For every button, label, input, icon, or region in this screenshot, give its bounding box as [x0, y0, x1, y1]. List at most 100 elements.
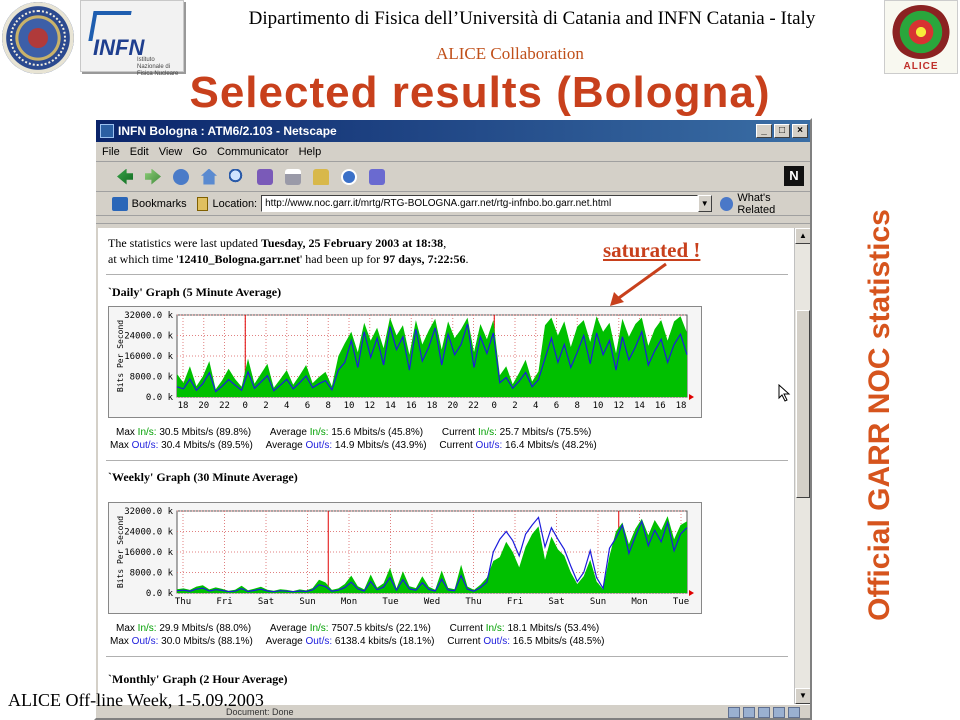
divider — [106, 274, 788, 275]
slide-title: Selected results (Bologna) — [189, 68, 771, 117]
x-tick-label: 18 — [178, 401, 189, 411]
url-input[interactable]: http://www.noc.garr.it/mrtg/RTG-BOLOGNA.… — [261, 195, 698, 212]
toolbar-grip — [96, 216, 810, 224]
x-tick-label: Sat — [258, 597, 274, 607]
y-tick-label: 0.0 k — [146, 393, 174, 403]
newsgroups-icon[interactable] — [773, 707, 785, 718]
alice-logo: ALICE — [884, 0, 958, 74]
x-tick-label: 14 — [634, 401, 645, 411]
close-button[interactable]: × — [792, 124, 808, 138]
update-line: The statistics were last updated Tuesday… — [108, 236, 447, 250]
scroll-down-button[interactable]: ▼ — [795, 688, 810, 704]
x-tick-label: Fri — [507, 597, 523, 607]
window-titlebar[interactable]: INFN Bologna : ATM6/2.103 - Netscape _ □… — [96, 120, 810, 142]
menu-communicator[interactable]: Communicator — [217, 146, 289, 158]
url-dropdown-button[interactable]: ▼ — [697, 195, 712, 212]
security-icon[interactable] — [310, 166, 332, 188]
y-axis-label: Bits Per Second — [116, 516, 125, 588]
y-tick-label: 16000.0 k — [124, 352, 173, 362]
x-tick-label: Wed — [424, 597, 440, 607]
y-axis-label: Bits Per Second — [116, 320, 125, 392]
menu-file[interactable]: File — [102, 146, 120, 158]
x-tick-label: 10 — [593, 401, 604, 411]
menu-view[interactable]: View — [159, 146, 183, 158]
stop-icon[interactable] — [366, 166, 388, 188]
scroll-thumb[interactable] — [796, 310, 810, 498]
bookmarks-icon[interactable] — [112, 196, 128, 211]
x-tick-label: Fri — [216, 597, 232, 607]
netscape-window-icon — [100, 124, 114, 138]
monthly-heading: `Monthly' Graph (2 Hour Average) — [108, 672, 288, 686]
x-tick-label: Tue — [673, 597, 689, 607]
x-tick-label: Mon — [341, 597, 357, 607]
menu-edit[interactable]: Edit — [130, 146, 149, 158]
maximize-button[interactable]: □ — [774, 124, 790, 138]
x-tick-label: 12 — [613, 401, 624, 411]
uptime-line: at which time '12410_Bologna.garr.net' h… — [108, 252, 469, 266]
menu-help[interactable]: Help — [299, 146, 322, 158]
navigation-toolbar: N — [96, 162, 810, 192]
x-tick-label: 20 — [447, 401, 458, 411]
vertical-title: Official GARR NOC statistics — [863, 209, 896, 621]
x-tick-label: 6 — [554, 401, 559, 411]
x-tick-label: 8 — [326, 401, 331, 411]
footer-text: ALICE Off-line Week, 1-5.09.2003 — [8, 690, 264, 710]
y-tick-label: 32000.0 k — [124, 311, 173, 321]
whats-related-button[interactable]: What's Related — [737, 192, 810, 216]
annotation-arrow — [610, 262, 667, 306]
back-icon[interactable] — [114, 166, 136, 188]
x-tick-label: 18 — [427, 401, 438, 411]
forward-icon[interactable] — [142, 166, 164, 188]
menu-go[interactable]: Go — [192, 146, 207, 158]
y-tick-label: 16000.0 k — [124, 548, 173, 558]
y-tick-label: 24000.0 k — [124, 528, 173, 538]
vertical-scrollbar[interactable]: ▲ ▼ — [794, 228, 810, 704]
x-tick-label: 2 — [512, 401, 517, 411]
x-tick-label: 0 — [492, 401, 497, 411]
infn-logo: INFN Istituto Nazionale di Fisica Nuclea… — [80, 0, 184, 77]
home-icon[interactable] — [198, 166, 220, 188]
menu-bar: File Edit View Go Communicator Help — [96, 142, 810, 162]
mail-icon[interactable] — [743, 707, 755, 718]
x-tick-label: 2 — [263, 401, 268, 411]
location-label: Location: — [212, 197, 258, 210]
print-icon[interactable] — [282, 166, 304, 188]
bookmarks-button[interactable]: Bookmarks — [132, 198, 187, 210]
university-catania-logo — [2, 2, 74, 74]
x-tick-label: Mon — [631, 597, 647, 607]
daily-stats-in: Max In/s: 30.5 Mbits/s (89.8%) Average I… — [116, 427, 592, 438]
x-tick-label: 16 — [655, 401, 666, 411]
search-icon[interactable] — [226, 166, 248, 188]
composer-icon[interactable] — [758, 707, 770, 718]
weekly-stats-in: Max In/s: 29.9 Mbits/s (88.0%) Average I… — [116, 623, 600, 634]
daily-graph: 32000.0 k 24000.0 k 16000.0 k 8000.0 k 0.0 k… — [108, 306, 702, 418]
mouse-cursor-icon — [778, 384, 791, 402]
scroll-up-button[interactable]: ▲ — [795, 228, 810, 244]
y-tick-label: 8000.0 k — [130, 569, 174, 579]
x-tick-label: 20 — [198, 401, 209, 411]
whats-related-icon[interactable] — [719, 196, 734, 211]
x-tick-label: 16 — [406, 401, 417, 411]
divider — [106, 460, 788, 461]
weekly-graph: 32000.0 k 24000.0 k 16000.0 k 8000.0 k 0.0 k… — [108, 502, 702, 614]
y-tick-label: 24000.0 k — [124, 332, 173, 342]
x-tick-label: 8 — [575, 401, 580, 411]
page-proxy-icon[interactable] — [196, 196, 209, 211]
daily-graph-svg: 32000.0 k 24000.0 k 16000.0 k 8000.0 k 0.0 k… — [116, 311, 694, 411]
weekly-heading: `Weekly' Graph (30 Minute Average) — [108, 470, 298, 484]
shop-icon[interactable] — [338, 166, 360, 188]
navigator-icon[interactable] — [728, 707, 740, 718]
x-tick-label: 18 — [676, 401, 687, 411]
minimize-button[interactable]: _ — [756, 124, 772, 138]
x-tick-label: 0 — [243, 401, 248, 411]
x-tick-label: 12 — [364, 401, 375, 411]
netscape-icon[interactable] — [254, 166, 276, 188]
x-tick-label: Sun — [590, 597, 606, 607]
x-axis-arrow — [689, 394, 694, 400]
y-tick-label: 8000.0 k — [130, 373, 174, 383]
daily-stats-out: Max Out/s: 30.4 Mbits/s (89.5%) Average … — [110, 440, 597, 451]
reload-icon[interactable] — [170, 166, 192, 188]
address-book-icon[interactable] — [788, 707, 800, 718]
x-tick-label: 22 — [468, 401, 479, 411]
location-bar: Bookmarks Location: http://www.noc.garr.… — [96, 192, 810, 216]
